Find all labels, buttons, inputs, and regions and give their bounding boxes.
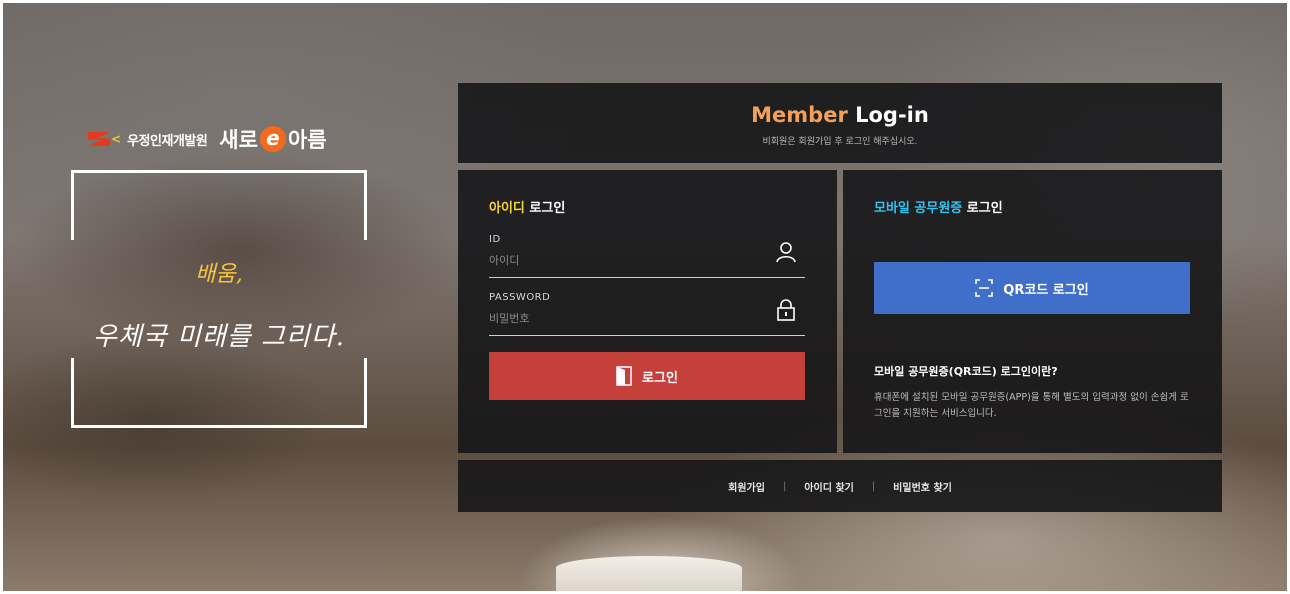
qr-info-description: 휴대폰에 설치된 모바일 공무원증(APP)을 통해 별도의 입력과정 없이 손… <box>874 392 1189 419</box>
login-header: Member Log-in 비회원은 회원가입 후 로그인 해주십시오. <box>458 83 1222 163</box>
user-icon <box>776 242 796 263</box>
find-id-link[interactable]: 아이디 찾기 <box>804 479 853 494</box>
footer-links: 회원가입 | 아이디 찾기 | 비밀번호 찾기 <box>458 460 1222 512</box>
signup-link[interactable]: 회원가입 <box>728 479 765 494</box>
service-name-prefix: 새로 <box>219 128 258 152</box>
qr-scan-icon <box>975 279 994 297</box>
id-login-title-rest: 로그인 <box>529 201 566 216</box>
mobile-login-title: 모바일 공무원증 로그인 <box>874 197 1003 216</box>
title-member: Member <box>751 103 848 127</box>
qr-info-title: 모바일 공무원증(QR코드) 로그인이란? <box>874 365 1058 378</box>
id-login-title-highlight: 아이디 <box>489 201 525 216</box>
footer-separator: | <box>871 480 876 492</box>
slogan-frame: 배움, 우체국 미래를 그리다. <box>71 170 367 428</box>
footer-separator: | <box>782 480 787 492</box>
background-cup <box>556 556 742 594</box>
post-logo-icon: < <box>88 132 121 146</box>
service-name-suffix: 아름 <box>287 128 327 152</box>
qr-login-button-label: QR코드 로그인 <box>1003 282 1089 298</box>
password-label: PASSWORD <box>489 292 551 303</box>
page-subtitle: 비회원은 회원가입 후 로그인 해주십시오. <box>762 137 918 147</box>
service-name: 새로 e 아름 <box>219 124 327 154</box>
org-name: 우정인재개발원 <box>127 133 208 149</box>
password-input[interactable] <box>489 308 759 328</box>
login-button[interactable]: 로그인 <box>489 352 805 400</box>
mobile-login-title-rest: 로그인 <box>966 201 1003 216</box>
service-name-e: e <box>259 126 286 152</box>
mobile-login-title-highlight: 모바일 공무원증 <box>874 201 963 216</box>
password-field: PASSWORD <box>489 292 805 336</box>
page-title: Member Log-in <box>458 103 1222 127</box>
id-label: ID <box>489 234 501 245</box>
login-button-label: 로그인 <box>642 370 678 386</box>
title-login: Log-in <box>855 103 929 127</box>
brand-logo: < 우정인재개발원 새로 e 아름 <box>88 124 327 154</box>
find-password-link[interactable]: 비밀번호 찾기 <box>893 479 952 494</box>
id-input[interactable] <box>489 250 759 270</box>
mobile-login-panel: 모바일 공무원증 로그인 QR코드 로그인 모바일 공무원증(QR코드) 로그인… <box>843 170 1222 453</box>
id-login-title: 아이디 로그인 <box>489 197 565 216</box>
qr-login-button[interactable]: QR코드 로그인 <box>874 262 1190 314</box>
id-field: ID <box>489 234 805 278</box>
slogan-line-2: 우체국 미래를 그리다. <box>92 322 346 352</box>
door-icon <box>616 366 632 386</box>
lock-icon <box>777 299 795 321</box>
slogan-line-1: 배움, <box>195 262 243 287</box>
id-login-panel: 아이디 로그인 ID PASSWORD 로그인 <box>458 170 837 453</box>
